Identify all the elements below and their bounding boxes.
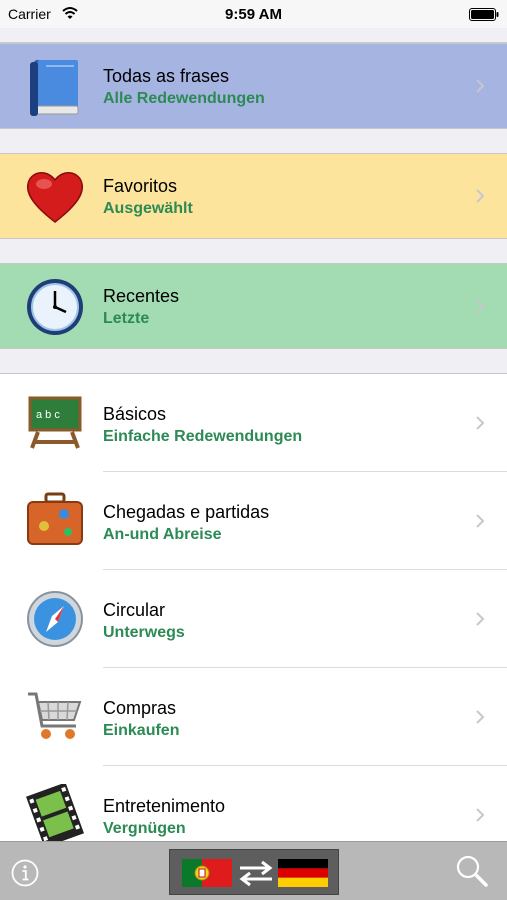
film-strip-icon <box>26 784 84 846</box>
search-icon[interactable] <box>455 854 489 888</box>
row-subtitle: Einkaufen <box>103 722 180 739</box>
row-subtitle: Unterwegs <box>103 624 185 641</box>
shopping-cart-icon <box>28 692 82 739</box>
portugal-flag-icon <box>182 859 232 887</box>
bottom-toolbar <box>0 841 507 900</box>
status-bar: Carrier 9:59 AM <box>0 0 507 28</box>
chevron-right-icon <box>476 710 485 724</box>
category-row-arrivals[interactable]: Chegadas e partidas An-und Abreise <box>0 472 507 570</box>
category-row-basics[interactable]: a b c Básicos Einfache Redewendungen <box>0 374 507 472</box>
chevron-right-icon <box>476 514 485 528</box>
info-icon[interactable] <box>10 858 40 888</box>
language-switch-button[interactable] <box>169 849 339 895</box>
chevron-right-icon <box>476 612 485 626</box>
chalkboard-icon: a b c <box>28 396 82 449</box>
row-title: Circular <box>103 600 166 620</box>
book-icon <box>30 60 79 116</box>
germany-flag-icon <box>278 859 328 887</box>
chevron-right-icon <box>476 299 485 313</box>
suitcase-icon <box>27 492 83 545</box>
chevron-right-icon <box>476 808 485 822</box>
row-subtitle: Letzte <box>103 310 150 327</box>
chevron-right-icon <box>476 189 485 203</box>
heart-icon <box>26 172 84 223</box>
row-title: Recentes <box>103 286 180 306</box>
chevron-right-icon <box>476 79 485 93</box>
row-title: Chegadas e partidas <box>103 502 270 522</box>
row-title: Compras <box>103 698 177 718</box>
svg-text:a b c: a b c <box>36 409 60 421</box>
compass-icon <box>27 591 83 647</box>
row-subtitle: Ausgewählt <box>103 200 193 217</box>
row-subtitle: Einfache Redewendungen <box>103 428 303 445</box>
row-subtitle: Alle Redewendungen <box>103 90 265 107</box>
all-phrases-row[interactable]: Todas as frases Alle Redewendungen <box>0 43 507 129</box>
category-row-shopping[interactable]: Compras Einkaufen <box>0 668 507 766</box>
row-subtitle: An-und Abreise <box>103 526 222 543</box>
row-subtitle: Vergnügen <box>103 820 186 837</box>
row-title: Todas as frases <box>103 66 230 86</box>
status-time: 9:59 AM <box>225 6 282 23</box>
category-row-getting-around[interactable]: Circular Unterwegs <box>0 570 507 668</box>
chevron-right-icon <box>476 416 485 430</box>
favorites-row[interactable]: Favoritos Ausgewählt <box>0 153 507 239</box>
recent-row[interactable]: Recentes Letzte <box>0 263 507 349</box>
battery-icon <box>469 8 499 21</box>
clock-icon <box>27 279 83 335</box>
swap-arrows-icon <box>239 860 273 887</box>
row-title: Entretenimento <box>103 796 226 816</box>
row-title: Favoritos <box>103 176 178 196</box>
row-title: Básicos <box>103 404 167 424</box>
